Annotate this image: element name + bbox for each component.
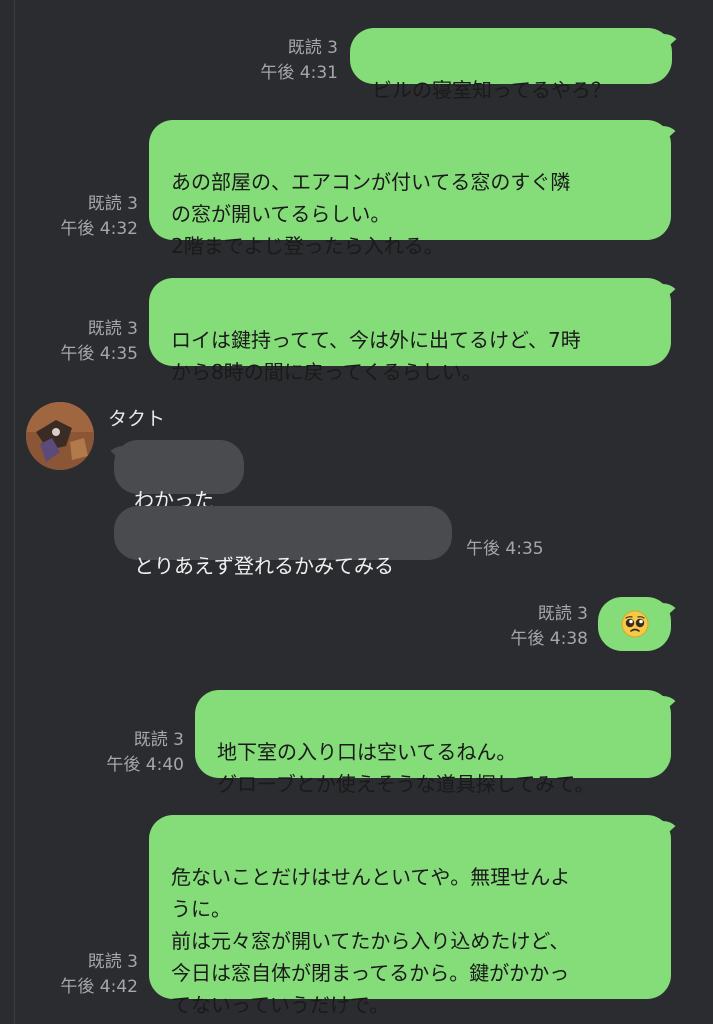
outgoing-message-bubble[interactable]: ロイは鍵持ってて、今は外に出てるけど、7時 から8時の間に戻ってくるらしい。: [149, 278, 671, 384]
message-text: 地下室の入り口は空いてるねん。 グローブとか使えそうな道具探してみて。: [217, 740, 595, 796]
read-receipt: 既読 3: [133, 730, 184, 750]
read-receipt: 既読 3: [87, 194, 138, 214]
pleading-face-icon: [621, 610, 649, 638]
read-receipt: 既読 3: [537, 604, 588, 624]
outgoing-message-bubble[interactable]: 危ないことだけはせんといてや。無理せんよ うに。 前は元々窓が開いてたから入り込…: [149, 815, 671, 1017]
avatar[interactable]: [26, 402, 94, 470]
incoming-message-bubble[interactable]: わかった: [114, 440, 244, 512]
timestamp: 午後 4:40: [106, 755, 184, 775]
read-receipt: 既読 3: [287, 38, 338, 58]
message-text: 危ないことだけはせんといてや。無理せんよ うに。 前は元々窓が開いてたから入り込…: [171, 865, 571, 1017]
read-receipt: 既読 3: [87, 952, 138, 972]
message-meta: 既読 3 午後 4:32: [0, 192, 138, 242]
message-text: とりあえず登れるかみてみる: [134, 554, 394, 578]
sender-name: タクト: [108, 408, 166, 430]
message-meta: 既読 3 午後 4:35: [0, 317, 138, 367]
message-meta: 既読 3 午後 4:31: [200, 36, 338, 86]
timestamp: 午後 4:38: [510, 629, 588, 649]
message-text: ビルの寝室知ってるやろ？: [372, 78, 611, 102]
timestamp: 午後 4:35: [466, 539, 544, 559]
outgoing-message-bubble[interactable]: 地下室の入り口は空いてるねん。 グローブとか使えそうな道具探してみて。: [195, 690, 671, 796]
outgoing-message-bubble[interactable]: ビルの寝室知ってるやろ？: [350, 28, 672, 102]
read-receipt: 既読 3: [87, 319, 138, 339]
timestamp: 午後 4:31: [260, 63, 338, 83]
message-text: ロイは鍵持ってて、今は外に出てるけど、7時 から8時の間に戻ってくるらしい。: [171, 328, 581, 384]
outgoing-message-bubble[interactable]: あの部屋の、エアコンが付いてる窓のすぐ隣 の窓が開いてるらしい。 2階までよじ登…: [149, 120, 671, 258]
message-meta: 既読 3 午後 4:42: [0, 950, 138, 1000]
timestamp: 午後 4:42: [60, 977, 138, 997]
message-meta: 既読 3 午後 4:40: [40, 728, 184, 778]
chat-view: 既読 3 午後 4:31 ビルの寝室知ってるやろ？ 既読 3 午後 4:32 あ…: [0, 0, 713, 1024]
message-meta: 午後 4:35: [466, 537, 544, 562]
message-text: あの部屋の、エアコンが付いてる窓のすぐ隣 の窓が開いてるらしい。 2階までよじ登…: [171, 170, 571, 258]
avatar-photo: [26, 402, 94, 470]
timestamp: 午後 4:32: [60, 219, 138, 239]
outgoing-message-bubble[interactable]: [598, 597, 671, 651]
incoming-message-bubble[interactable]: とりあえず登れるかみてみる: [114, 506, 452, 578]
message-meta: 既読 3 午後 4:38: [440, 602, 588, 652]
timestamp: 午後 4:35: [60, 344, 138, 364]
divider: [14, 0, 15, 1024]
